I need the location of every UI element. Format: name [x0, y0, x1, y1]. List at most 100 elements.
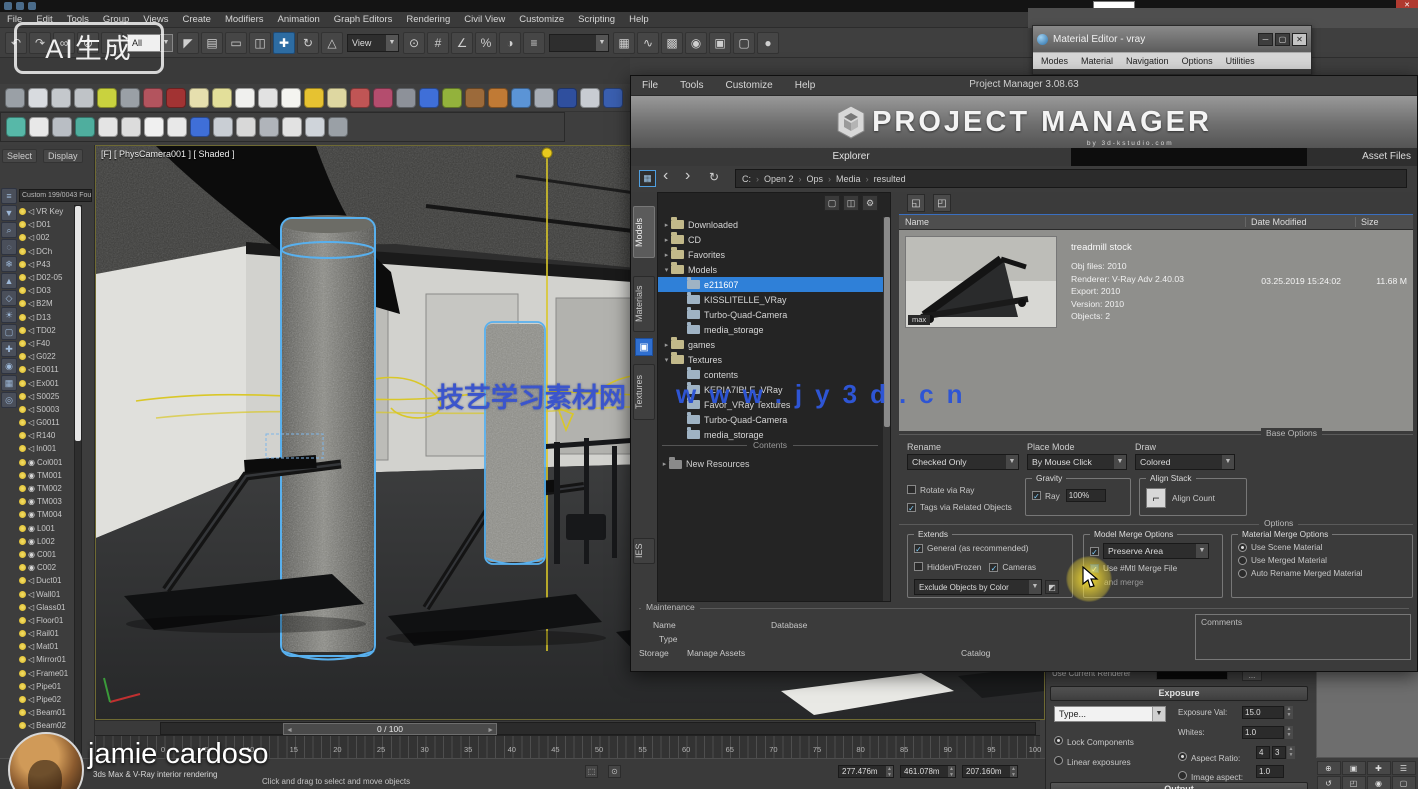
visibility-bulb-icon[interactable] [19, 498, 26, 505]
list-item[interactable]: ◁Duct01 [18, 574, 74, 587]
maximize-button[interactable]: ▢ [1275, 33, 1290, 46]
plugin-icon-23[interactable] [511, 88, 531, 108]
list-item[interactable]: ◁B2M [18, 297, 74, 310]
plugin-icon-14[interactable] [304, 88, 324, 108]
coord-z-field[interactable]: 207.160m▲▼ [962, 765, 1018, 778]
list-item[interactable]: ◉TM003 [18, 495, 74, 508]
side-tab-materials[interactable]: Materials [633, 276, 655, 332]
list-item[interactable]: ◉TM004 [18, 508, 74, 521]
linear-exposures-radio[interactable]: Linear exposures [1054, 752, 1131, 770]
plugin-icon-12[interactable] [258, 88, 278, 108]
explorer-scrollbar[interactable] [74, 205, 82, 789]
plugin-icon-8[interactable] [167, 117, 187, 137]
visibility-bulb-icon[interactable] [19, 643, 26, 650]
zoom-extents-icon[interactable]: ☰ [1392, 761, 1416, 775]
plugin-icon-25[interactable] [557, 88, 577, 108]
list-item[interactable]: ◁R140 [18, 429, 74, 442]
tree-item[interactable]: Turbo-Quad-Camera [658, 307, 890, 322]
plugin-icon-4[interactable] [75, 117, 95, 137]
plugin-icon-17[interactable] [373, 88, 393, 108]
visibility-bulb-icon[interactable] [19, 630, 26, 637]
curve-editor-icon[interactable]: ∿ [637, 32, 659, 54]
tab-display[interactable]: Display [43, 149, 83, 163]
plugin-icon-10[interactable] [213, 117, 233, 137]
visibility-bulb-icon[interactable] [19, 683, 26, 690]
list-item[interactable]: ◁Wall01 [18, 587, 74, 600]
plugin-icon-6[interactable] [121, 117, 141, 137]
rect-region-icon[interactable]: ▭ [225, 32, 247, 54]
render-icon[interactable]: ● [757, 32, 779, 54]
visibility-bulb-icon[interactable] [19, 722, 26, 729]
list-item[interactable]: ◁Rail01 [18, 627, 74, 640]
list-item[interactable]: ◁G022 [18, 350, 74, 363]
tree-expand-icon[interactable]: ▸ [662, 341, 671, 349]
aspect-ratio-radio[interactable]: Aspect Ratio: [1178, 748, 1240, 766]
fov-icon[interactable]: ◰ [1342, 776, 1366, 789]
material-editor-titlebar[interactable]: Material Editor - vray ─ ▢ ✕ [1033, 26, 1311, 52]
render-setup-icon[interactable]: ▣ [709, 32, 731, 54]
menu-graph-editors[interactable]: Graph Editors [327, 14, 400, 25]
plugin-icon-5[interactable] [98, 117, 118, 137]
visibility-bulb-icon[interactable] [19, 617, 26, 624]
pm-menu-tools[interactable]: Tools [669, 80, 714, 91]
visibility-bulb-icon[interactable] [19, 366, 26, 373]
layer-manager-icon[interactable]: ▦ [613, 32, 635, 54]
list-item[interactable]: ◁D01 [18, 218, 74, 231]
tree-expand-icon[interactable]: ▸ [662, 221, 671, 229]
angle-snap-icon[interactable]: ∠ [451, 32, 473, 54]
me-menu-modes[interactable]: Modes [1041, 56, 1068, 66]
coord-x-field[interactable]: 277.476m▲▼ [838, 765, 894, 778]
me-menu-utilities[interactable]: Utilities [1226, 56, 1255, 66]
list-item[interactable]: ◁Pipe01 [18, 680, 74, 693]
close-button[interactable]: ✕ [1292, 33, 1307, 46]
visibility-bulb-icon[interactable] [19, 419, 26, 426]
visibility-bulb-icon[interactable] [19, 577, 26, 584]
visibility-bulb-icon[interactable] [19, 432, 26, 439]
breadcrumb[interactable]: C:›Open 2›Ops›Media›resulted [735, 169, 1407, 188]
visibility-bulb-icon[interactable] [19, 670, 26, 677]
refresh-icon[interactable]: ↻ [709, 170, 719, 184]
rename-dropdown[interactable]: Checked Only▼ [907, 454, 1019, 470]
side-tab-models[interactable]: Models [633, 206, 655, 258]
tree-item-new-resources[interactable]: ▸New Resources [660, 459, 750, 469]
tree-item[interactable]: ▾Models [658, 262, 890, 277]
list-item[interactable]: ◁Beam02 [18, 719, 74, 732]
tree-expand-icon[interactable]: ▸ [662, 236, 671, 244]
plugin-icon-24[interactable] [534, 88, 554, 108]
use-pivot-icon[interactable]: ⊙ [403, 32, 425, 54]
maintenance-assets-label[interactable]: Manage Assets [687, 648, 745, 658]
save-icon[interactable] [16, 2, 24, 10]
plugin-icon-10[interactable] [212, 88, 232, 108]
visibility-bulb-icon[interactable] [19, 340, 26, 347]
whites-field[interactable]: 1.0 [1242, 726, 1284, 739]
visibility-bulb-icon[interactable] [19, 287, 26, 294]
zoom-all-icon[interactable]: ▣ [1342, 761, 1366, 775]
list-item[interactable]: ◉L002 [18, 535, 74, 548]
tab-select[interactable]: Select [2, 149, 37, 163]
minimize-button[interactable]: ─ [1258, 33, 1273, 46]
breadcrumb-segment[interactable]: Media [836, 174, 861, 184]
auto-rename-radio[interactable]: Auto Rename Merged Material [1238, 569, 1412, 578]
gravity-ray-checkbox[interactable]: ✓Ray 100% [1032, 489, 1130, 502]
list-item[interactable]: ◁G0011 [18, 416, 74, 429]
spinner-icon[interactable]: ▲▼ [1285, 726, 1293, 739]
plugin-icon-15[interactable] [328, 117, 348, 137]
spinner-icon[interactable]: ▲▼ [1285, 706, 1293, 719]
plugin-icon-14[interactable] [305, 117, 325, 137]
plugin-icon-15[interactable] [327, 88, 347, 108]
cameras-checkbox[interactable]: ✓Cameras [989, 557, 1036, 575]
maximize-viewport-icon[interactable]: ▢ [1392, 776, 1416, 789]
pin-icon[interactable]: ◎ [1, 392, 17, 408]
visibility-bulb-icon[interactable] [19, 591, 26, 598]
list-item[interactable]: ◁Glass01 [18, 601, 74, 614]
material-editor-icon[interactable]: ◉ [685, 32, 707, 54]
rollout-output[interactable]: Output [1050, 782, 1308, 789]
list-item[interactable]: ◁Mat01 [18, 640, 74, 653]
tree-item[interactable]: media_storage [658, 322, 890, 337]
list-item[interactable]: ◁VR Key [18, 205, 74, 218]
plugin-icon-20[interactable] [442, 88, 462, 108]
plugin-icon-19[interactable] [419, 88, 439, 108]
list-item[interactable]: ◁S0025 [18, 390, 74, 403]
visibility-bulb-icon[interactable] [19, 234, 26, 241]
plugin-icon-27[interactable] [603, 88, 623, 108]
